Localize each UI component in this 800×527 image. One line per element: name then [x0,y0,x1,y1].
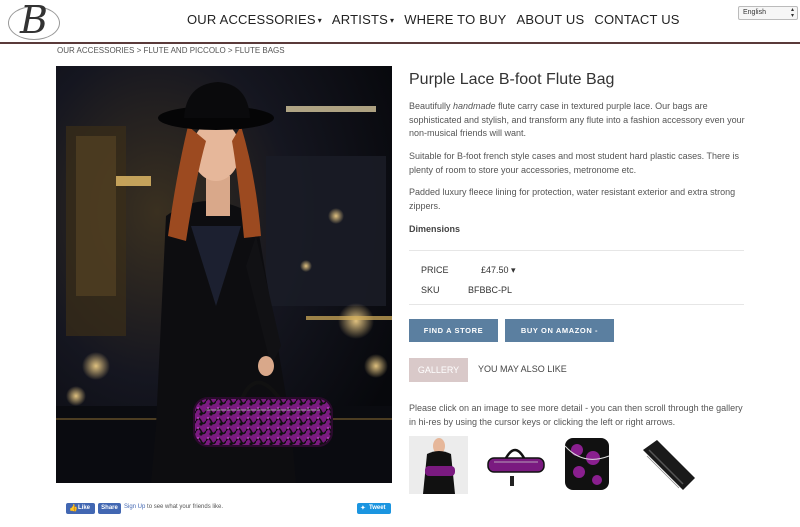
site-header: B OUR ACCESSORIES ▾ ARTISTS ▾ WHERE TO BUY… [0,0,800,44]
main-nav: OUR ACCESSORIES ▾ ARTISTS ▾ WHERE TO BUY A… [187,12,690,27]
nav-contact-us[interactable]: CONTACT US [594,12,679,27]
gallery-thumbnail[interactable] [639,436,698,494]
buy-on-amazon-button[interactable]: BUY ON AMAZON - [505,319,614,342]
gallery-thumbnail[interactable] [409,436,468,494]
logo-letter: B [20,0,48,42]
facebook-thumb-icon: 👍 [69,505,78,512]
nav-where-to-buy[interactable]: WHERE TO BUY [404,12,506,27]
product-main-photo[interactable] [56,66,392,483]
gallery-thumbnail[interactable] [486,436,545,494]
facebook-signup-text: Sign Up to see what your friends like. [124,504,224,510]
price-currency-select[interactable]: £47.50 ▾ [481,265,516,276]
product-description-3: Padded luxury fleece lining for protecti… [409,187,736,211]
dimensions-heading[interactable]: Dimensions [409,224,460,234]
product-description-2: Suitable for B-foot french style cases a… [409,151,739,175]
nav-artists[interactable]: ARTISTS ▾ [332,12,394,27]
facebook-share-button[interactable]: Share [98,503,121,514]
product-photo-illustration [56,66,392,483]
chevron-down-icon: ▾ [389,16,395,26]
twitter-bird-icon: ✦ [360,505,366,512]
divider [409,304,744,305]
select-arrows-icon: ▴ ▾ [790,7,794,19]
facebook-like-button[interactable]: 👍 Like [66,503,95,514]
nav-our-accessories[interactable]: OUR ACCESSORIES ▾ [187,12,322,27]
tab-you-may-also-like[interactable]: YOU MAY ALSO LIKE [478,364,567,374]
tweet-button[interactable]: ✦ Tweet [357,503,391,514]
sku-value: BFBBC-PL [468,285,513,295]
price-label: PRICE [421,265,449,275]
product-description-1: Beautifully handmade flute carry case in… [409,101,745,138]
gallery-thumbnail[interactable] [563,436,622,494]
language-select[interactable]: English ▴ ▾ [738,6,798,20]
product-title: Purple Lace B-foot Flute Bag [409,71,615,88]
gallery-instructions: Please click on an image to see more det… [409,403,743,427]
tab-gallery[interactable]: GALLERY [409,358,468,382]
find-a-store-button[interactable]: FIND A STORE [409,319,498,342]
divider [409,250,744,251]
chevron-down-icon: ▾ [317,16,322,26]
brand-logo[interactable]: B [8,0,64,42]
sku-label: SKU [421,285,440,295]
nav-about-us[interactable]: ABOUT US [517,12,585,27]
breadcrumb[interactable]: OUR ACCESSORIES > FLUTE AND PICCOLO > FL… [57,46,285,55]
facebook-signup-link[interactable]: Sign Up [124,504,145,510]
